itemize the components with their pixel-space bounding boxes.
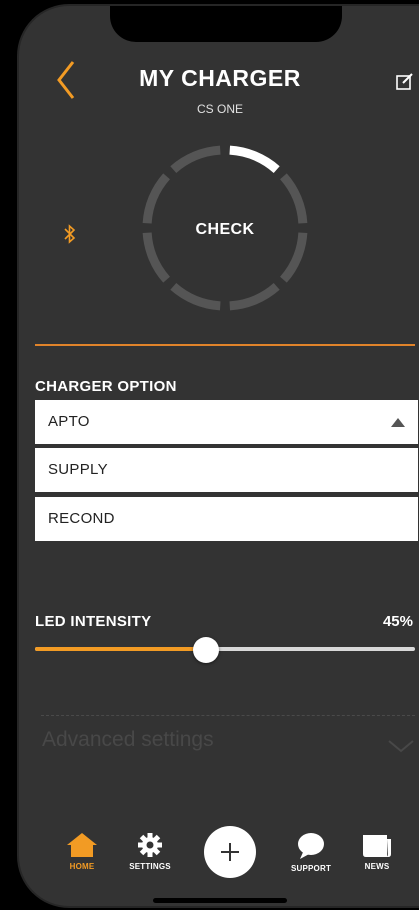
advanced-settings-toggle[interactable]: Advanced settings: [42, 728, 214, 752]
bluetooth-icon: [64, 224, 76, 244]
chevron-down-icon[interactable]: [387, 738, 415, 754]
nav-settings[interactable]: SETTINGS: [122, 832, 178, 871]
page-title: MY CHARGER: [139, 65, 301, 91]
nav-home[interactable]: HOME: [62, 832, 102, 871]
option-label: RECOND: [48, 510, 115, 527]
nav-support[interactable]: SUPPORT: [286, 832, 336, 873]
edit-button[interactable]: [395, 72, 415, 92]
ring-segment: [170, 145, 221, 174]
led-intensity-label: LED INTENSITY: [35, 613, 152, 630]
ring-segment-active: [229, 145, 280, 174]
ring-segment: [279, 232, 308, 283]
home-indicator: [153, 898, 287, 903]
phone-screen: MY CHARGER CS ONE CHECK CHARGER OPTION A…: [17, 4, 419, 908]
nav-support-label: SUPPORT: [290, 864, 332, 873]
edit-icon: [396, 73, 413, 90]
option-supply[interactable]: SUPPLY: [35, 448, 418, 492]
nav-news[interactable]: NEWS: [357, 832, 397, 871]
slider-fill: [35, 647, 206, 651]
caret-up-icon: [391, 418, 405, 427]
ring-segment: [229, 282, 280, 311]
ring-segment: [170, 282, 221, 311]
plus-icon: [221, 843, 239, 861]
gear-icon: [138, 833, 162, 857]
slider-thumb[interactable]: [193, 637, 219, 663]
led-intensity-value: 45%: [382, 613, 413, 630]
charger-option-title: CHARGER OPTION: [35, 378, 177, 395]
add-button[interactable]: [204, 826, 256, 878]
chat-bubble-icon: [298, 833, 324, 859]
home-icon: [67, 833, 97, 857]
option-label: APTO: [48, 413, 90, 430]
nav-home-label: HOME: [69, 862, 95, 871]
nav-news-label: NEWS: [364, 862, 390, 871]
option-label: SUPPLY: [48, 461, 108, 478]
ring-segment: [142, 173, 171, 224]
ring-segment: [142, 232, 171, 283]
section-divider: [35, 344, 415, 346]
nav-settings-label: SETTINGS: [129, 862, 171, 871]
led-intensity-slider[interactable]: [35, 634, 415, 664]
option-recond[interactable]: RECOND: [35, 497, 418, 541]
newspaper-icon: [363, 835, 391, 857]
option-apto[interactable]: APTO: [35, 400, 418, 444]
check-button[interactable]: CHECK: [137, 221, 313, 239]
advanced-divider: [41, 715, 415, 716]
ring-segment: [279, 173, 308, 224]
device-model: CS ONE: [196, 102, 243, 116]
device-notch: [110, 6, 342, 42]
